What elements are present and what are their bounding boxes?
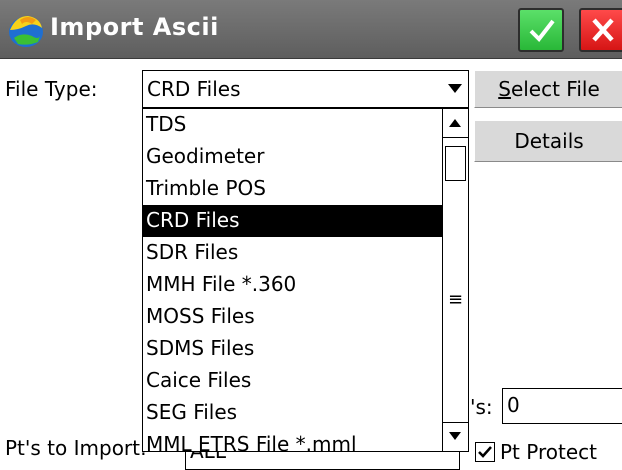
app-globe-icon [9,16,43,47]
list-item[interactable]: SEG Files [143,397,443,429]
details-button[interactable]: Details [474,120,622,162]
scroll-up-icon[interactable] [443,109,468,138]
list-item[interactable]: TDS [143,109,443,141]
dropdown-scrollbar[interactable]: ≡ [442,109,468,451]
window-title: Import Ascii [50,13,219,41]
list-item[interactable]: Trimble POS [143,173,443,205]
scroll-grip-icon: ≡ [448,289,464,310]
chevron-down-icon[interactable] [442,71,468,107]
file-type-list: TDS Geodimeter Trimble POS CRD Files SDR… [143,109,443,461]
select-file-label: elect File [510,77,600,101]
file-type-combo[interactable]: CRD Files [142,70,469,108]
file-type-value: CRD Files [147,77,241,101]
pts-to-import-label: Pt's to Import: [5,436,147,460]
scroll-down-icon[interactable] [443,422,468,451]
checkmark-icon [478,446,492,458]
pts-count-field[interactable]: 0 [502,388,622,424]
file-type-label: File Type: [5,77,98,101]
file-type-dropdown[interactable]: TDS Geodimeter Trimble POS CRD Files SDR… [142,108,469,456]
list-item[interactable]: MMH File *.360 [143,269,443,301]
list-item[interactable]: Caice Files [143,365,443,397]
pt-protect-label: Pt Protect [500,440,597,464]
list-item[interactable]: MOSS Files [143,301,443,333]
list-item-selected[interactable]: CRD Files [143,205,443,237]
select-file-button[interactable]: Select File [474,70,622,108]
pts-field-label: 's: [470,395,493,419]
list-item[interactable]: SDMS Files [143,333,443,365]
pt-protect-checkbox[interactable] [475,442,495,462]
select-file-mnemonic: S [498,77,511,101]
close-icon [592,18,614,42]
list-item[interactable]: MML ETRS File *.mml [143,429,443,461]
close-button[interactable] [579,8,622,52]
list-item[interactable]: SDR Files [143,237,443,269]
scroll-thumb[interactable] [445,146,466,181]
checkmark-icon [529,19,555,43]
title-bar: Import Ascii [0,0,622,59]
list-item[interactable]: Geodimeter [143,141,443,173]
ok-button[interactable] [518,8,564,52]
